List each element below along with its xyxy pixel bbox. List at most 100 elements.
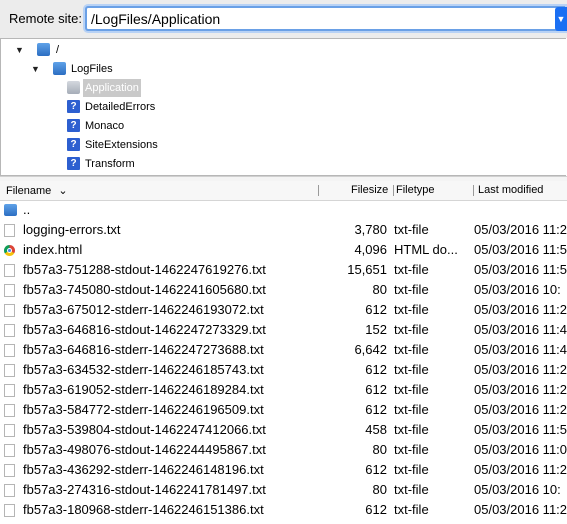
file-icon [4,344,15,357]
file-modified: 05/03/2016 10: [474,482,561,497]
file-type: txt-file [394,382,429,397]
list-item[interactable]: fb57a3-751288-stdout-1462247619276.txt 1… [0,260,567,280]
file-name: fb57a3-745080-stdout-1462241605680.txt [23,282,266,297]
remote-directory-tree[interactable]: ▼ / ▼ LogFiles Application ? DetailedErr… [0,38,566,176]
column-resize-handle[interactable] [318,185,319,196]
column-header-filesize[interactable]: Filesize [351,184,388,196]
list-item[interactable]: logging-errors.txt 3,780 txt-file 05/03/… [0,220,567,240]
file-list-header: Filename ⌄ Filesize Filetype Last modifi… [0,181,567,201]
remote-site-label: Remote site: [9,11,82,26]
list-item[interactable]: fb57a3-180968-stderr-1462246151386.txt 6… [0,500,567,520]
file-modified: 05/03/2016 11:0 [474,442,567,457]
column-header-last-modified[interactable]: Last modified [478,184,543,196]
file-name: fb57a3-539804-stdout-1462247412066.txt [23,422,266,437]
file-type: txt-file [394,442,429,457]
file-modified: 05/03/2016 11:2 [474,362,567,377]
column-label: Filename [6,185,52,197]
list-item[interactable]: fb57a3-646816-stderr-1462247273688.txt 6… [0,340,567,360]
folder-icon [67,81,80,94]
file-name: index.html [23,242,83,257]
list-item[interactable]: fb57a3-274316-stdout-1462241781497.txt 8… [0,480,567,500]
file-type: txt-file [394,422,429,437]
tree-node-label: LogFiles [71,63,113,75]
list-item[interactable]: fb57a3-539804-stdout-1462247412066.txt 4… [0,420,567,440]
column-header-filetype[interactable]: Filetype [396,184,435,196]
file-size: 80 [372,482,387,497]
remote-site-bar: Remote site: /LogFiles/Application ▼ [0,0,567,38]
list-item[interactable]: fb57a3-646816-stdout-1462247273329.txt 1… [0,320,567,340]
chevron-down-icon: ▼ [556,14,566,24]
file-name: fb57a3-634532-stderr-1462246185743.txt [23,362,264,377]
tree-node-label: Application [83,79,141,97]
file-modified: 05/03/2016 11:2 [474,222,567,237]
file-type: txt-file [394,502,429,517]
file-name: logging-errors.txt [23,222,121,237]
file-name: fb57a3-646816-stderr-1462247273688.txt [23,342,264,357]
tree-node-label: Transform [85,158,135,170]
list-item[interactable]: fb57a3-584772-stderr-1462246196509.txt 6… [0,400,567,420]
file-modified: 05/03/2016 10: [474,282,561,297]
file-size: 612 [365,382,387,397]
file-size: 612 [365,502,387,517]
file-modified: 05/03/2016 11:4 [474,342,567,357]
file-type: txt-file [394,402,429,417]
file-type: txt-file [394,322,429,337]
folder-icon [4,204,17,216]
file-name: fb57a3-751288-stdout-1462247619276.txt [23,262,266,277]
file-size: 612 [365,462,387,477]
file-name: .. [23,202,31,217]
file-icon [4,464,15,477]
column-resize-handle[interactable] [393,185,394,196]
list-item[interactable]: fb57a3-634532-stderr-1462246185743.txt 6… [0,360,567,380]
file-size: 3,780 [354,222,387,237]
file-name: fb57a3-180968-stderr-1462246151386.txt [23,502,264,517]
file-list[interactable]: .. logging-errors.txt 3,780 txt-file 05/… [0,200,567,524]
unknown-folder-icon: ? [67,157,80,170]
list-item[interactable]: fb57a3-675012-stderr-1462246193072.txt 6… [0,300,567,320]
remote-site-path-input[interactable]: /LogFiles/Application [85,6,565,31]
folder-icon [37,43,50,56]
file-type: HTML do... [394,242,458,257]
file-type: txt-file [394,222,429,237]
file-icon [4,484,15,497]
remote-site-path-value: /LogFiles/Application [91,11,221,27]
file-modified: 05/03/2016 11:2 [474,382,567,397]
file-modified: 05/03/2016 11:5 [474,242,567,257]
file-name: fb57a3-619052-stderr-1462246189284.txt [23,382,264,397]
file-name: fb57a3-675012-stderr-1462246193072.txt [23,302,264,317]
column-header-filename[interactable]: Filename ⌄ [6,184,68,197]
file-type: txt-file [394,362,429,377]
file-icon [4,424,15,437]
list-item[interactable]: index.html 4,096 HTML do... 05/03/2016 1… [0,240,567,260]
expanded-triangle-icon[interactable]: ▼ [15,41,24,59]
file-icon [4,504,15,517]
file-icon [4,404,15,417]
file-size: 612 [365,362,387,377]
column-resize-handle[interactable] [473,185,474,196]
file-size: 6,642 [354,342,387,357]
list-item[interactable]: fb57a3-619052-stderr-1462246189284.txt 6… [0,380,567,400]
file-icon [4,284,15,297]
file-size: 612 [365,302,387,317]
file-icon [4,364,15,377]
expanded-triangle-icon[interactable]: ▼ [31,60,40,78]
list-item[interactable]: fb57a3-436292-stderr-1462246148196.txt 6… [0,460,567,480]
file-icon [4,384,15,397]
unknown-folder-icon: ? [67,138,80,151]
sort-chevron-down-icon: ⌄ [58,185,68,197]
list-item[interactable]: fb57a3-498076-stdout-1462244495867.txt 8… [0,440,567,460]
file-type: txt-file [394,302,429,317]
file-size: 80 [372,282,387,297]
list-item-parent-dir[interactable]: .. [0,200,567,220]
folder-icon [53,62,66,75]
file-size: 15,651 [347,262,387,277]
path-dropdown-button[interactable]: ▼ [555,7,567,31]
file-icon [4,264,15,277]
unknown-folder-icon: ? [67,100,80,113]
tree-node-label: / [56,44,60,56]
file-size: 80 [372,442,387,457]
file-type: txt-file [394,262,429,277]
tree-node-label: DetailedErrors [85,101,156,113]
unknown-folder-icon: ? [67,119,80,132]
list-item[interactable]: fb57a3-745080-stdout-1462241605680.txt 8… [0,280,567,300]
